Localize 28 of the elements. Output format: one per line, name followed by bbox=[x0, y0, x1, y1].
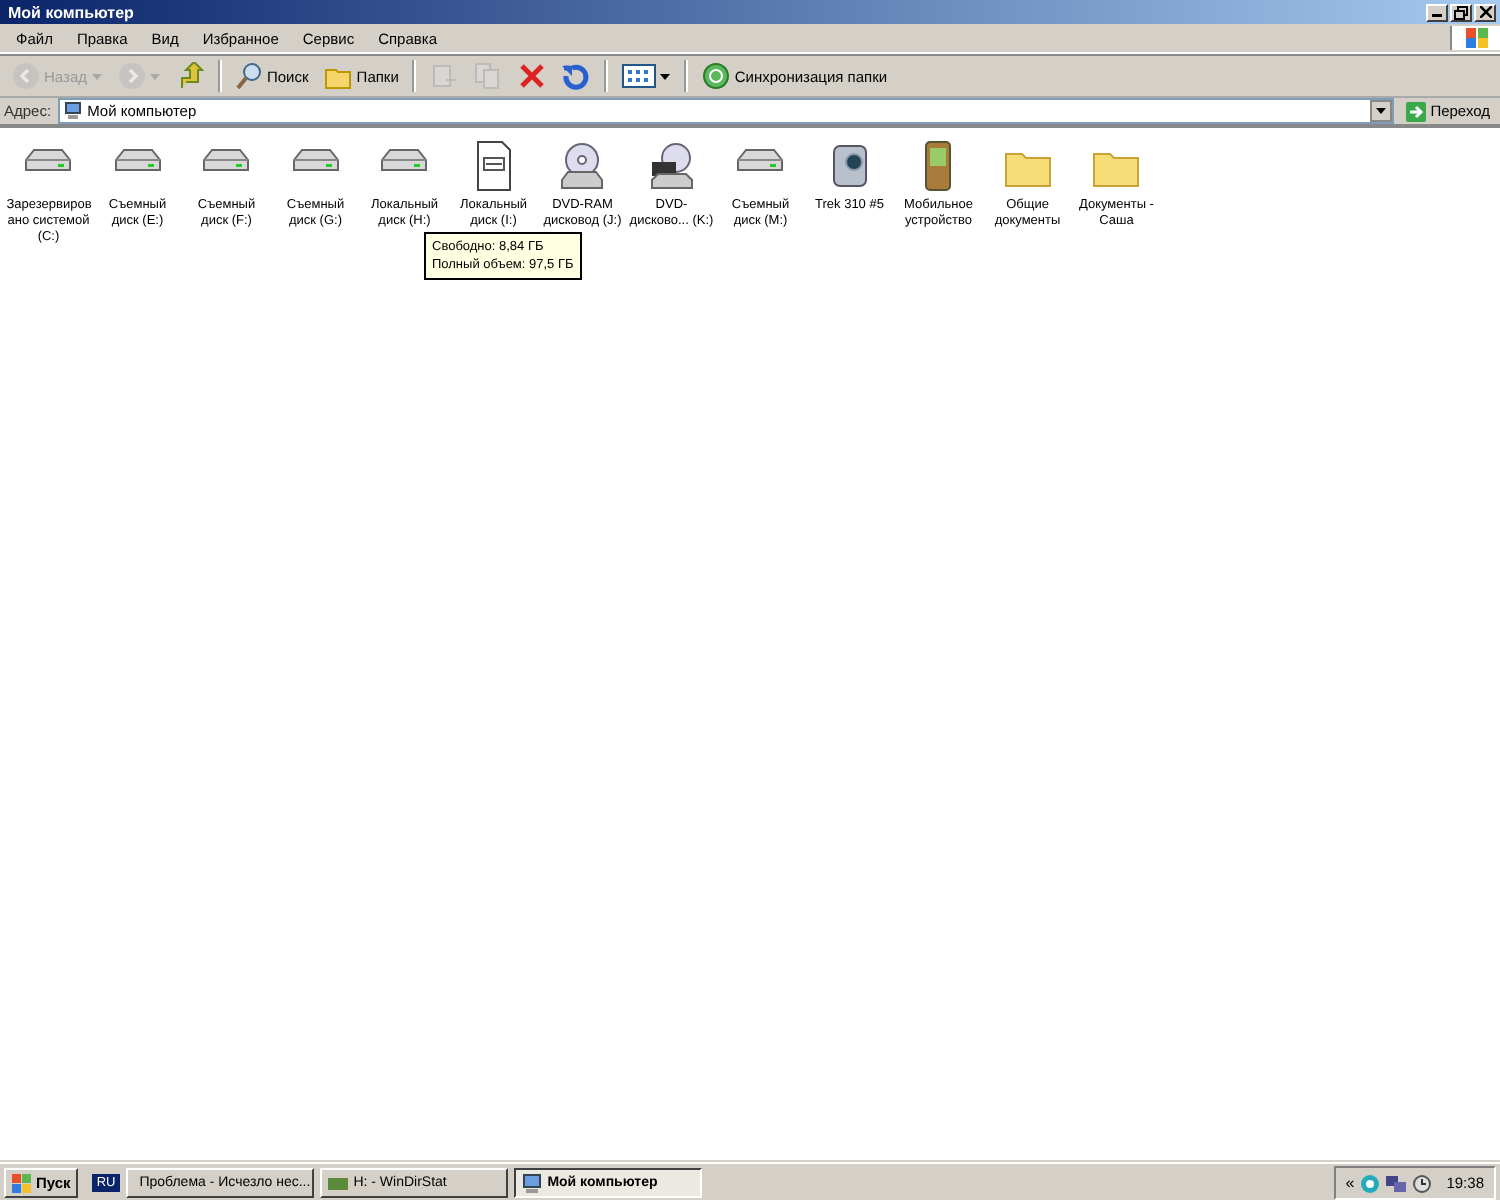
clock-icon[interactable] bbox=[1412, 1173, 1433, 1193]
tray-expand-button[interactable]: « bbox=[1345, 1174, 1355, 1192]
tray-app-icon[interactable] bbox=[1360, 1173, 1381, 1193]
close-button[interactable] bbox=[1474, 3, 1496, 21]
undo-icon bbox=[562, 62, 591, 90]
caret-icon bbox=[1376, 108, 1387, 114]
window-title: Мой компьютер bbox=[8, 3, 134, 21]
minimize-button[interactable] bbox=[1426, 3, 1448, 21]
close-icon bbox=[1479, 6, 1491, 18]
up-folder-icon bbox=[175, 62, 203, 90]
app-icon bbox=[327, 1173, 348, 1193]
windows-logo-icon bbox=[12, 1173, 32, 1193]
network-icon[interactable] bbox=[1386, 1173, 1407, 1193]
computer-icon bbox=[521, 1173, 542, 1193]
computer-icon bbox=[63, 102, 82, 120]
move-to-icon bbox=[430, 62, 459, 90]
sync-icon bbox=[702, 62, 731, 90]
caret-icon bbox=[91, 73, 101, 79]
dropdown-button[interactable] bbox=[1370, 100, 1393, 122]
delete-icon bbox=[518, 62, 547, 90]
arrow-icon bbox=[1406, 101, 1427, 121]
caret-icon bbox=[149, 73, 159, 79]
views-icon bbox=[622, 62, 657, 90]
search-icon bbox=[235, 62, 263, 90]
copy-to-icon bbox=[474, 62, 503, 90]
restore-button[interactable] bbox=[1450, 3, 1472, 21]
caret-icon bbox=[660, 73, 671, 79]
restore-icon bbox=[1454, 5, 1468, 19]
